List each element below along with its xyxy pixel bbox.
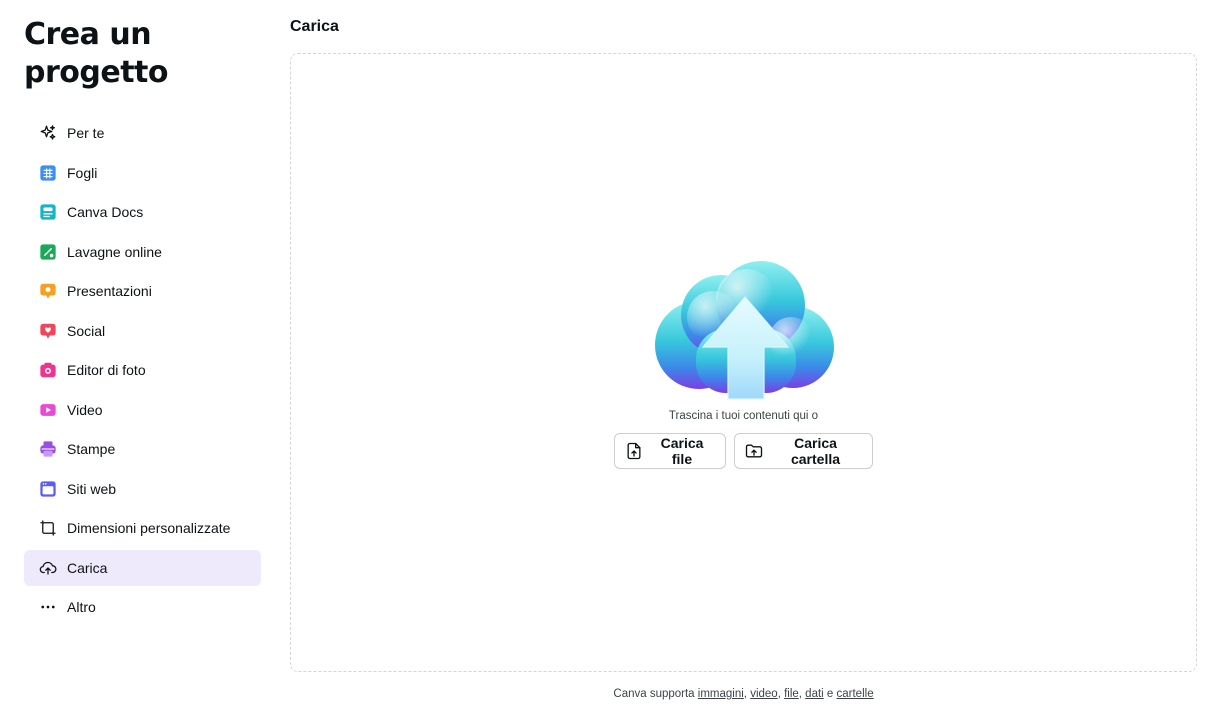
link-video[interactable]: video (750, 688, 778, 700)
link-immagini[interactable]: immagini (698, 688, 744, 700)
link-file[interactable]: file (784, 688, 799, 700)
sidebar-item-lavagne-online[interactable]: Lavagne online (24, 234, 261, 270)
upload-file-button[interactable]: Carica file (614, 433, 726, 469)
sidebar-item-label: Editor di foto (67, 362, 146, 378)
sidebar-item-label: Lavagne online (67, 243, 162, 260)
sheets-icon (38, 163, 58, 183)
sidebar-nav: Per te Fogli Canva Docs Lavagne online P… (24, 115, 261, 625)
heart-icon (38, 321, 58, 341)
sidebar-item-label: Per te (67, 125, 105, 141)
print-icon (38, 439, 58, 459)
sidebar-item-fogli[interactable]: Fogli (24, 155, 261, 191)
video-icon (38, 400, 58, 420)
sidebar-item-label: Video (67, 401, 103, 418)
sidebar-item-siti-web[interactable]: Siti web (24, 471, 261, 507)
sidebar-item-label: Social (67, 322, 106, 339)
sidebar-item-altro[interactable]: Altro (24, 589, 261, 625)
folder-upload-icon (744, 441, 764, 461)
sidebar-item-stampe[interactable]: Stampe (24, 431, 261, 467)
sidebar-item-per-te[interactable]: Per te (24, 115, 261, 151)
sidebar: Crea un progetto Per te Fogli Canva Docs… (24, 16, 261, 629)
link-cartelle[interactable]: cartelle (837, 688, 874, 700)
sidebar-item-presentazioni[interactable]: Presentazioni (24, 273, 261, 309)
whiteboard-icon (38, 242, 58, 262)
website-icon (38, 479, 58, 499)
cloud-upload-icon (38, 558, 58, 578)
upload-folder-label: Carica cartella (790, 435, 841, 467)
upload-dropzone[interactable]: Trascina i tuoi contenuti qui o Carica f… (290, 53, 1197, 672)
sidebar-item-carica[interactable]: Carica (24, 549, 261, 586)
sidebar-item-label: Stampe (67, 441, 116, 457)
resize-icon (38, 518, 58, 538)
upload-file-label: Carica file (660, 435, 704, 467)
sidebar-item-canva-docs[interactable]: Canva Docs (24, 194, 261, 230)
sidebar-item-label: Altro (67, 599, 96, 615)
camera-icon (38, 360, 58, 380)
link-dati[interactable]: dati (805, 688, 824, 700)
sidebar-item-label: Siti web (67, 480, 117, 497)
upload-buttons: Carica file Carica cartella (291, 433, 1196, 469)
sidebar-item-social[interactable]: Social (24, 313, 261, 349)
sidebar-item-label: Canva Docs (67, 204, 144, 220)
presentation-icon (38, 281, 58, 301)
supported-formats-note: Canva supporta immagini, video, file, da… (613, 688, 874, 700)
sidebar-item-label: Dimensioni personalizzate (67, 520, 231, 536)
sidebar-item-dimensioni-personalizzate[interactable]: Dimensioni personalizzate (24, 510, 261, 546)
sidebar-item-label: Fogli (67, 164, 98, 181)
drop-instructions: Trascina i tuoi contenuti qui o (668, 410, 819, 422)
sidebar-item-label: Carica (67, 559, 108, 576)
cloud-upload-illustration-icon (651, 259, 841, 404)
sidebar-item-editor-di-foto[interactable]: Editor di foto (24, 352, 261, 388)
more-icon (38, 597, 58, 617)
section-title: Carica (290, 18, 339, 35)
page-title: Crea un progetto (24, 17, 169, 90)
sidebar-item-label: Presentazioni (67, 283, 152, 299)
file-upload-icon (624, 441, 644, 461)
sidebar-item-video[interactable]: Video (24, 392, 261, 428)
docs-icon (38, 202, 58, 222)
supported-formats-prefix: Canva supporta (613, 688, 698, 700)
sparkle-icon (38, 123, 58, 143)
upload-folder-button[interactable]: Carica cartella (734, 433, 873, 469)
